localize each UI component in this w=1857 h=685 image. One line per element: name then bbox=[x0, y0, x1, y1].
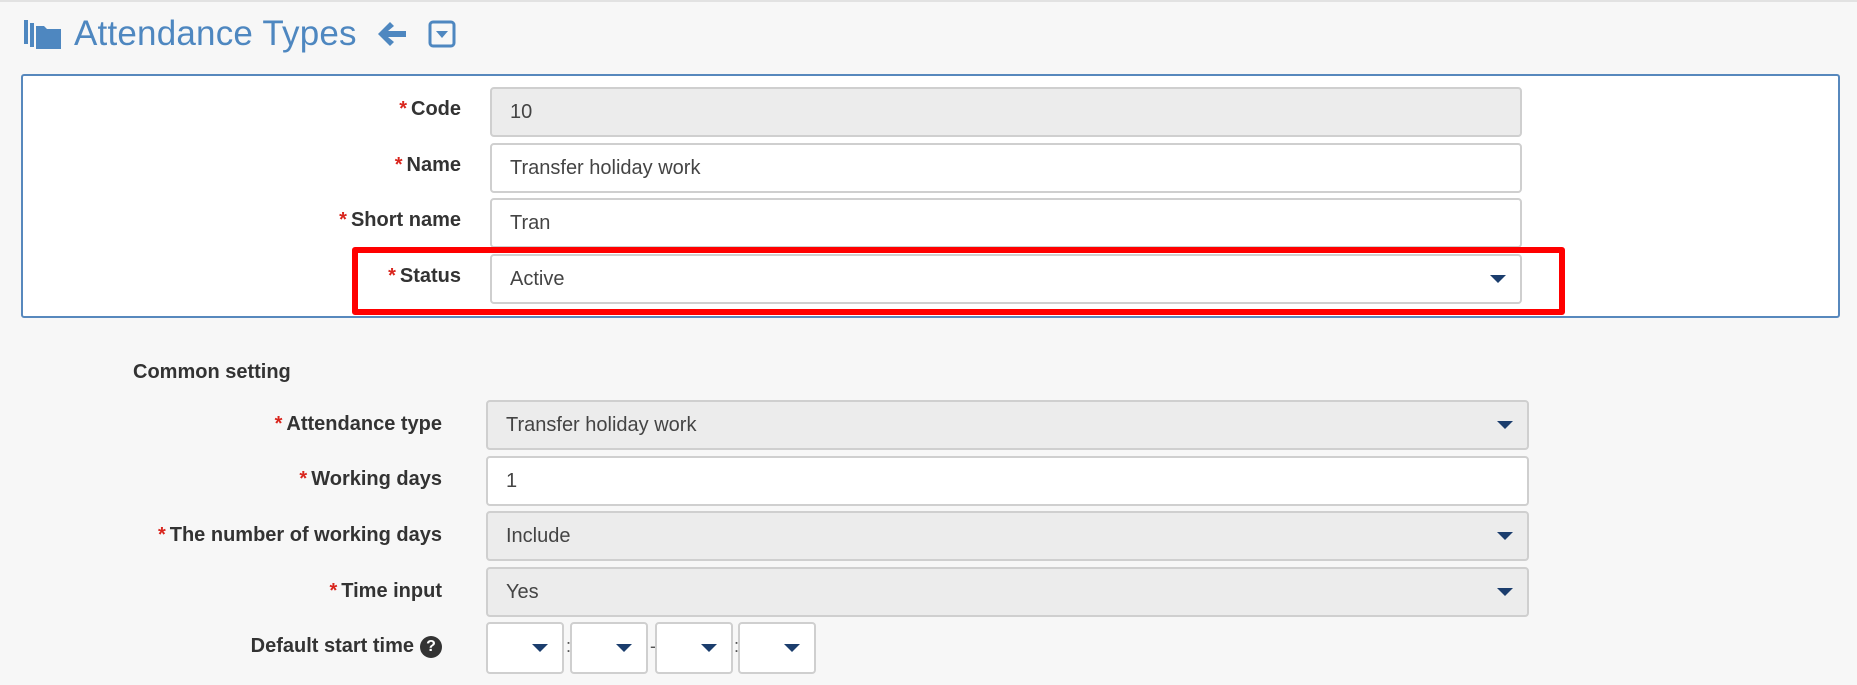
short-name-input[interactable]: Tran bbox=[490, 198, 1522, 248]
chevron-down-icon bbox=[784, 644, 800, 652]
name-input[interactable]: Transfer holiday work bbox=[490, 143, 1522, 193]
name-label: * Name bbox=[300, 154, 461, 177]
status-label: * Status bbox=[300, 265, 461, 288]
code-input[interactable]: 10 bbox=[490, 87, 1522, 137]
number-of-working-days-value: Include bbox=[506, 524, 571, 547]
status-select[interactable]: Active bbox=[490, 254, 1522, 304]
required-mark: * bbox=[339, 209, 347, 231]
chevron-down-icon bbox=[1497, 588, 1513, 596]
chevron-down-icon bbox=[1497, 532, 1513, 540]
attendance-type-select[interactable]: Transfer holiday work bbox=[486, 400, 1529, 450]
attendance-type-value: Transfer holiday work bbox=[506, 413, 697, 436]
name-label-text: Name bbox=[406, 154, 461, 176]
time-input-label: * Time input bbox=[150, 580, 442, 603]
page-title: Attendance Types bbox=[74, 14, 357, 53]
start-hour-select[interactable] bbox=[486, 622, 564, 674]
collapse-button[interactable] bbox=[427, 19, 457, 49]
working-days-value: 1 bbox=[506, 469, 518, 492]
required-mark: * bbox=[274, 413, 283, 435]
required-mark: * bbox=[157, 524, 166, 546]
end-hour-select[interactable] bbox=[655, 622, 733, 674]
start-minute-select[interactable] bbox=[570, 622, 648, 674]
code-label: * Code bbox=[300, 98, 461, 121]
short-name-value: Tran bbox=[510, 211, 551, 234]
time-input-select[interactable]: Yes bbox=[486, 567, 1529, 617]
back-button[interactable] bbox=[377, 19, 407, 49]
required-mark: * bbox=[329, 580, 338, 602]
status-label-text: Status bbox=[399, 265, 461, 287]
page-header: Attendance Types bbox=[24, 14, 457, 54]
default-start-time-label-text: Default start time bbox=[250, 635, 414, 657]
status-value: Active bbox=[510, 267, 565, 290]
name-value: Transfer holiday work bbox=[510, 156, 701, 179]
default-start-time-label: Default start time? bbox=[150, 635, 442, 658]
top-divider bbox=[0, 0, 1857, 2]
required-mark: * bbox=[388, 265, 396, 287]
chevron-down-icon bbox=[1490, 275, 1506, 283]
chevron-down-icon bbox=[701, 644, 717, 652]
folder-stack-icon bbox=[24, 18, 62, 50]
number-of-working-days-select[interactable]: Include bbox=[486, 511, 1529, 561]
arrow-left-icon bbox=[377, 22, 406, 46]
short-name-label: * Short name bbox=[260, 209, 461, 232]
chevron-down-icon bbox=[616, 644, 632, 652]
time-input-label-text: Time input bbox=[341, 580, 442, 602]
chevron-down-icon bbox=[1497, 421, 1513, 429]
working-days-label: * Working days bbox=[150, 468, 442, 491]
number-of-working-days-label-text: The number of working days bbox=[169, 524, 442, 546]
question-circle-icon[interactable]: ? bbox=[420, 635, 442, 658]
end-minute-select[interactable] bbox=[738, 622, 816, 674]
code-value: 10 bbox=[510, 100, 533, 123]
code-label-text: Code bbox=[411, 98, 461, 120]
working-days-input[interactable]: 1 bbox=[486, 456, 1529, 506]
square-chevron-down-icon bbox=[428, 20, 456, 48]
short-name-label-text: Short name bbox=[350, 209, 461, 231]
number-of-working-days-label: * The number of working days bbox=[100, 524, 442, 547]
section-title-common-setting: Common setting bbox=[133, 361, 291, 383]
working-days-label-text: Working days bbox=[311, 468, 442, 490]
time-input-value: Yes bbox=[506, 580, 539, 603]
attendance-type-label-text: Attendance type bbox=[286, 413, 442, 435]
required-mark: * bbox=[399, 98, 407, 120]
chevron-down-icon bbox=[532, 644, 548, 652]
required-mark: * bbox=[394, 154, 403, 176]
required-mark: * bbox=[299, 468, 308, 490]
attendance-type-label: * Attendance type bbox=[150, 413, 442, 436]
